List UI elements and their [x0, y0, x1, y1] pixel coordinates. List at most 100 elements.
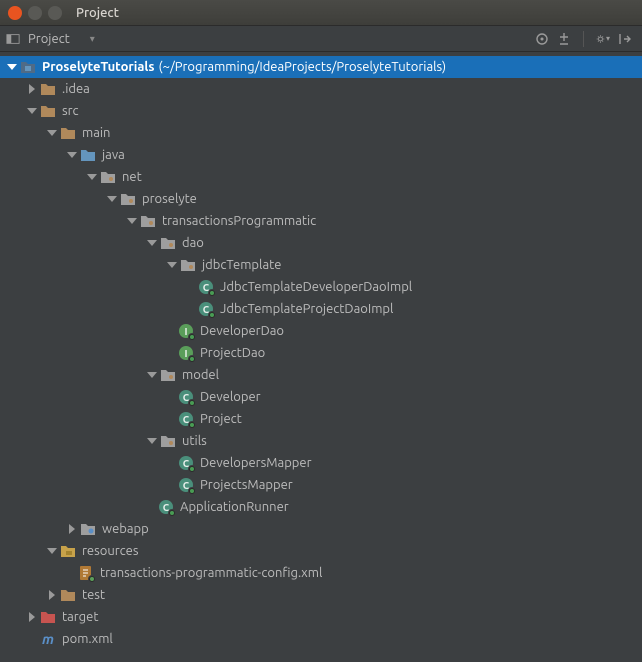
- expand-arrow-icon[interactable]: [86, 171, 98, 183]
- expand-arrow-icon[interactable]: [166, 259, 178, 271]
- item-label: src: [62, 101, 79, 122]
- tree-item-class[interactable]: C JdbcTemplateDeveloperDaoImpl: [0, 276, 642, 298]
- tree-item-interface[interactable]: I DeveloperDao: [0, 320, 642, 342]
- package-icon: [160, 235, 176, 251]
- tree-item-src[interactable]: src: [0, 100, 642, 122]
- tree-root[interactable]: ProselyteTutorials (~/Programming/IdeaPr…: [0, 56, 642, 78]
- project-view-icon: [6, 32, 20, 46]
- package-icon: [140, 213, 156, 229]
- source-root-icon: [80, 147, 96, 163]
- expand-arrow-icon[interactable]: [46, 127, 58, 139]
- tree-item-class[interactable]: C Project: [0, 408, 642, 430]
- expand-arrow-icon[interactable]: [26, 105, 38, 117]
- close-button[interactable]: [8, 6, 22, 20]
- tree-item-model[interactable]: model: [0, 364, 642, 386]
- tree-item-net[interactable]: net: [0, 166, 642, 188]
- expand-arrow-icon[interactable]: [126, 215, 138, 227]
- item-label: DeveloperDao: [200, 321, 284, 342]
- expand-arrow-icon[interactable]: [146, 435, 158, 447]
- expand-arrow-icon[interactable]: [106, 193, 118, 205]
- resources-root-icon: [60, 543, 76, 559]
- item-label: model: [182, 365, 219, 386]
- folder-icon: [60, 125, 76, 141]
- item-label: resources: [82, 541, 139, 562]
- tree-item-utils[interactable]: utils: [0, 430, 642, 452]
- item-label: JdbcTemplateProjectDaoImpl: [220, 299, 393, 320]
- module-icon: [20, 59, 36, 75]
- item-label: ApplicationRunner: [180, 497, 289, 518]
- class-icon: C: [178, 389, 194, 405]
- excluded-folder-icon: [40, 609, 56, 625]
- expand-arrow-icon[interactable]: [6, 61, 18, 73]
- item-label: ProjectsMapper: [200, 475, 293, 496]
- view-selector-dropdown-icon[interactable]: ▾: [90, 33, 95, 45]
- project-toolbar: Project ▾ ▾: [0, 26, 642, 52]
- class-icon: C: [178, 455, 194, 471]
- expand-arrow-icon[interactable]: [66, 523, 78, 535]
- tree-item-jdbctemplate[interactable]: jdbcTemplate: [0, 254, 642, 276]
- tree-item-dao[interactable]: dao: [0, 232, 642, 254]
- tree-item-target[interactable]: target: [0, 606, 642, 628]
- expand-arrow-icon[interactable]: [26, 611, 38, 623]
- window-titlebar: Project: [0, 0, 642, 26]
- package-icon: [180, 257, 196, 273]
- item-label: dao: [182, 233, 204, 254]
- maven-file-icon: m: [40, 631, 56, 647]
- tree-item-interface[interactable]: I ProjectDao: [0, 342, 642, 364]
- folder-icon: [60, 587, 76, 603]
- item-label: Developer: [200, 387, 261, 408]
- collapse-all-icon[interactable]: [557, 32, 571, 46]
- xml-file-icon: [78, 565, 94, 581]
- item-label: .idea: [62, 79, 90, 100]
- class-icon: C: [178, 411, 194, 427]
- tree-item-class[interactable]: C ApplicationRunner: [0, 496, 642, 518]
- expand-arrow-icon[interactable]: [46, 589, 58, 601]
- expand-arrow-icon[interactable]: [66, 149, 78, 161]
- expand-arrow-icon[interactable]: [26, 83, 38, 95]
- folder-icon: [40, 103, 56, 119]
- window-title: Project: [76, 6, 119, 20]
- root-path: (~/Programming/IdeaProjects/ProselyteTut…: [159, 57, 447, 78]
- minimize-button[interactable]: [28, 6, 42, 20]
- hide-icon[interactable]: [618, 32, 632, 46]
- tree-item-main[interactable]: main: [0, 122, 642, 144]
- locate-icon[interactable]: [535, 32, 549, 46]
- tree-item-class[interactable]: C DevelopersMapper: [0, 452, 642, 474]
- package-icon: [120, 191, 136, 207]
- item-label: transactionsProgrammatic: [162, 211, 316, 232]
- tree-item-class[interactable]: C Developer: [0, 386, 642, 408]
- item-label: utils: [182, 431, 207, 452]
- expand-arrow-icon[interactable]: [46, 545, 58, 557]
- tree-item-idea[interactable]: .idea: [0, 78, 642, 100]
- package-icon: [160, 367, 176, 383]
- tree-item-resources[interactable]: resources: [0, 540, 642, 562]
- tree-item-webapp[interactable]: webapp: [0, 518, 642, 540]
- tree-item-transactions[interactable]: transactionsProgrammatic: [0, 210, 642, 232]
- expand-arrow-icon[interactable]: [146, 369, 158, 381]
- item-label: proselyte: [142, 189, 197, 210]
- expand-arrow-icon[interactable]: [146, 237, 158, 249]
- item-label: ProjectDao: [200, 343, 265, 364]
- class-icon: C: [178, 477, 194, 493]
- tree-item-test[interactable]: test: [0, 584, 642, 606]
- folder-icon: [40, 81, 56, 97]
- view-selector-label[interactable]: Project: [28, 32, 70, 46]
- package-icon: [160, 433, 176, 449]
- folder-icon: [80, 521, 96, 537]
- package-icon: [100, 169, 116, 185]
- tree-item-proselyte[interactable]: proselyte: [0, 188, 642, 210]
- tree-item-xml[interactable]: transactions-programmatic-config.xml: [0, 562, 642, 584]
- item-label: webapp: [102, 519, 149, 540]
- item-label: main: [82, 123, 110, 144]
- maximize-button[interactable]: [48, 6, 62, 20]
- tree-item-pom[interactable]: m pom.xml: [0, 628, 642, 650]
- gear-icon[interactable]: ▾: [596, 32, 610, 46]
- class-icon: C: [198, 279, 214, 295]
- tree-item-class[interactable]: C JdbcTemplateProjectDaoImpl: [0, 298, 642, 320]
- tree-item-class[interactable]: C ProjectsMapper: [0, 474, 642, 496]
- item-label: net: [122, 167, 142, 188]
- root-label: ProselyteTutorials: [42, 57, 155, 78]
- project-tree[interactable]: ProselyteTutorials (~/Programming/IdeaPr…: [0, 52, 642, 662]
- item-label: java: [102, 145, 125, 166]
- tree-item-java[interactable]: java: [0, 144, 642, 166]
